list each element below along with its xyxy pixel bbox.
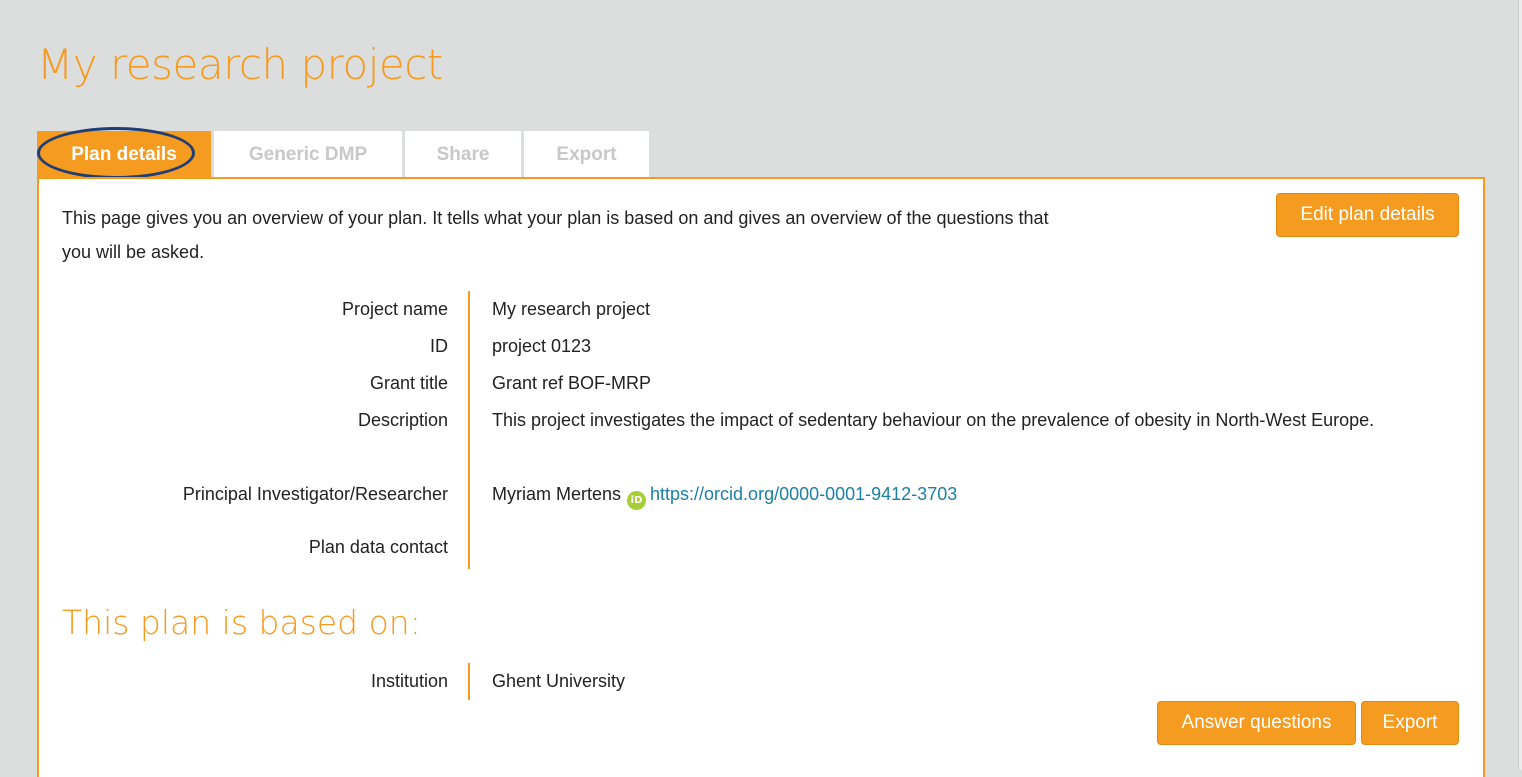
orcid-link[interactable]: https://orcid.org/0000-0001-9412-3703	[650, 484, 957, 504]
detail-value: Ghent University	[492, 671, 626, 691]
tab-plan-details[interactable]: Plan details	[37, 127, 211, 179]
detail-row-project-name: Project name My research project	[39, 291, 1479, 328]
based-on-list: Institution Ghent University	[39, 663, 1479, 700]
detail-row-grant-title: Grant title Grant ref BOF-MRP	[39, 365, 1479, 402]
detail-value: Grant ref BOF-MRP	[492, 373, 652, 393]
export-button[interactable]: Export	[1361, 701, 1459, 745]
plan-details-list: Project name My research project ID proj…	[39, 291, 1479, 569]
answer-questions-button[interactable]: Answer questions	[1157, 701, 1356, 745]
detail-label: Institution	[370, 671, 448, 691]
detail-row-institution: Institution Ghent University	[39, 663, 1479, 700]
investigator-name: Myriam Mertens	[492, 484, 622, 504]
detail-label: Grant title	[369, 373, 448, 393]
detail-row-id: ID project 0123	[39, 328, 1479, 365]
window-scrollbar[interactable]	[1518, 0, 1522, 770]
detail-value: This project investigates the impact of …	[492, 410, 1375, 430]
detail-row-principal-investigator: Principal Investigator/Researcher Myriam…	[39, 476, 1479, 529]
page-title: My research project	[37, 40, 443, 89]
tab-export[interactable]: Export	[524, 131, 649, 178]
detail-label: Principal Investigator/Researcher	[182, 484, 448, 504]
edit-plan-details-button[interactable]: Edit plan details	[1276, 193, 1459, 237]
orcid-icon: iD	[627, 491, 647, 510]
tab-label: Generic DMP	[248, 143, 368, 165]
detail-row-description: Description This project investigates th…	[39, 402, 1479, 476]
tab-share[interactable]: Share	[405, 131, 521, 178]
plan-tabs: Plan details Generic DMP Share Export	[37, 127, 652, 179]
plan-details-panel: This page gives you an overview of your …	[37, 177, 1485, 777]
detail-label: Description	[357, 410, 448, 430]
detail-value: project 0123	[492, 336, 592, 356]
based-on-title: This plan is based on:	[62, 603, 421, 642]
tab-label: Share	[436, 143, 490, 165]
intro-text: This page gives you an overview of your …	[62, 208, 1049, 262]
detail-label: Project name	[341, 299, 448, 319]
detail-value: Myriam Mertens iD https://orcid.org/0000-0…	[492, 476, 1432, 513]
detail-value: My research project	[492, 299, 651, 319]
detail-label: ID	[430, 336, 448, 356]
tab-label: Plan details	[71, 143, 177, 165]
tab-label: Export	[556, 143, 617, 165]
detail-label: Plan data contact	[308, 537, 448, 557]
detail-row-plan-data-contact: Plan data contact	[39, 529, 1479, 566]
tab-generic-dmp[interactable]: Generic DMP	[214, 131, 402, 178]
